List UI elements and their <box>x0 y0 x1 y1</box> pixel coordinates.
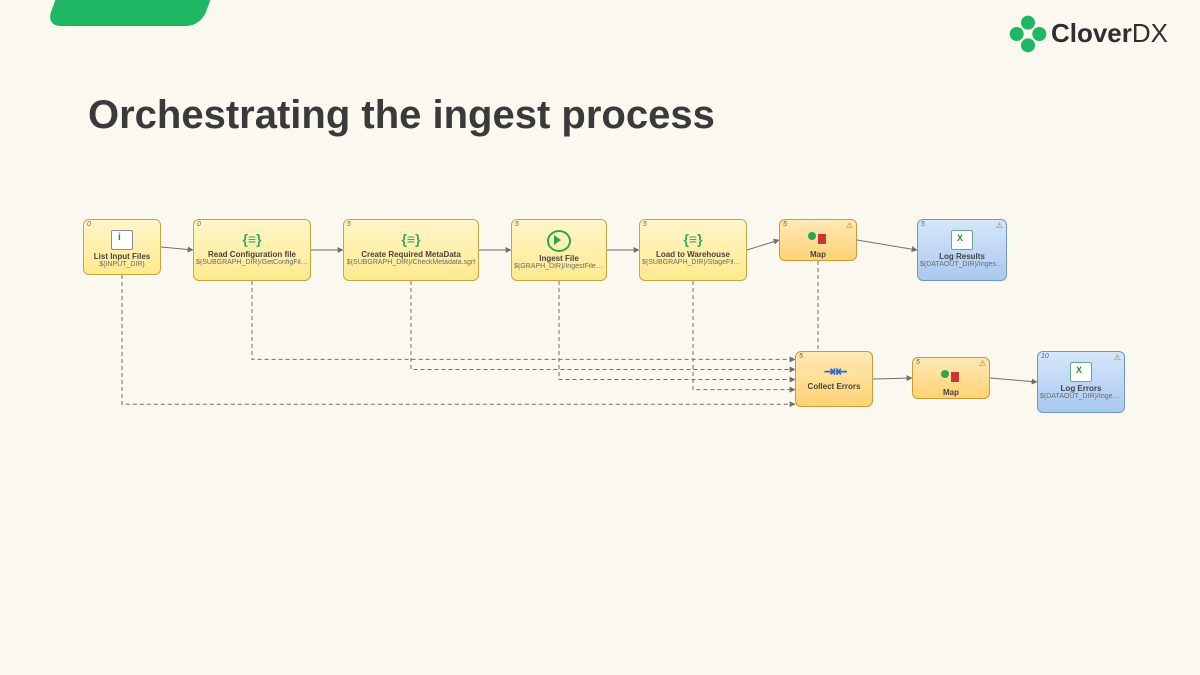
node-ingestFile: 5 Ingest File${GRAPH_DIR}/IngestFile_W... <box>511 219 607 281</box>
node-phase: 5 <box>783 221 787 228</box>
node-label: Read Configuration file <box>194 250 310 259</box>
warning-icon: ⚠ <box>1114 353 1121 362</box>
node-sublabel: ${SUBGRAPH_DIR}/GetConfigFile.sgrf <box>194 259 310 266</box>
braces-icon: {≡} <box>683 230 703 248</box>
node-label: Log Results <box>918 252 1006 261</box>
map-icon <box>941 368 961 386</box>
node-loadWh: 5 {≡} Load to Warehouse${SUBGRAPH_DIR}/Sta… <box>639 219 747 281</box>
warning-icon: ⚠ <box>846 221 853 230</box>
file-icon <box>111 230 133 250</box>
node-mapTop: 5 ⚠ Map <box>779 219 857 261</box>
node-label: List Input Files <box>84 252 160 261</box>
node-phase: 0 <box>197 221 201 228</box>
node-sublabel: ${SUBGRAPH_DIR}/StageFile.sgrf <box>640 259 746 266</box>
braces-icon: {≡} <box>401 230 421 248</box>
node-phase: 5 <box>921 221 925 228</box>
node-sublabel: ${DATAOUT_DIR}/IngestLog.xlsx <box>1038 393 1124 400</box>
node-createMeta: 5 {≡} Create Required MetaData${SUBGRAPH_D… <box>343 219 479 281</box>
xls-icon <box>951 230 973 250</box>
node-label: Log Errors <box>1038 384 1124 393</box>
node-collectErr: 5 ⇥⇤ Collect Errors <box>795 351 873 407</box>
node-label: Map <box>913 388 989 397</box>
map-icon <box>808 230 828 248</box>
node-mapBot: 5 ⚠ Map <box>912 357 990 399</box>
warning-icon: ⚠ <box>979 359 986 368</box>
workflow-canvas: 0 List Input Files${INPUT_DIR} 0 {≡} Read Co… <box>0 0 1200 675</box>
node-listInput: 0 List Input Files${INPUT_DIR} <box>83 219 161 275</box>
node-phase: 5 <box>799 353 803 360</box>
play-icon <box>547 230 571 252</box>
node-sublabel: ${INPUT_DIR} <box>84 261 160 268</box>
node-logErrors: 10 ⚠ Log Errors${DATAOUT_DIR}/IngestLog.xl… <box>1037 351 1125 413</box>
xls-icon <box>1070 362 1092 382</box>
node-label: Ingest File <box>512 254 606 263</box>
node-phase: 5 <box>515 221 519 228</box>
braces-icon: {≡} <box>242 230 262 248</box>
node-sublabel: ${DATAOUT_DIR}/IngestLog.xlsx <box>918 261 1006 268</box>
node-label: Collect Errors <box>796 382 872 391</box>
node-logResults: 5 ⚠ Log Results${DATAOUT_DIR}/IngestLog.xl… <box>917 219 1007 281</box>
node-readConfig: 0 {≡} Read Configuration file${SUBGRAPH_DI… <box>193 219 311 281</box>
node-phase: 5 <box>643 221 647 228</box>
warning-icon: ⚠ <box>996 221 1003 230</box>
node-phase: 5 <box>916 359 920 366</box>
node-label: Map <box>780 250 856 259</box>
workflow-edges <box>0 0 1200 675</box>
node-phase: 10 <box>1041 353 1049 360</box>
node-phase: 5 <box>347 221 351 228</box>
node-sublabel: ${GRAPH_DIR}/IngestFile_W... <box>512 263 606 270</box>
node-label: Load to Warehouse <box>640 250 746 259</box>
node-sublabel: ${SUBGRAPH_DIR}/CheckMetadata.sgrf <box>344 259 478 266</box>
node-label: Create Required MetaData <box>344 250 478 259</box>
node-phase: 0 <box>87 221 91 228</box>
gather-icon: ⇥⇤ <box>824 362 844 380</box>
